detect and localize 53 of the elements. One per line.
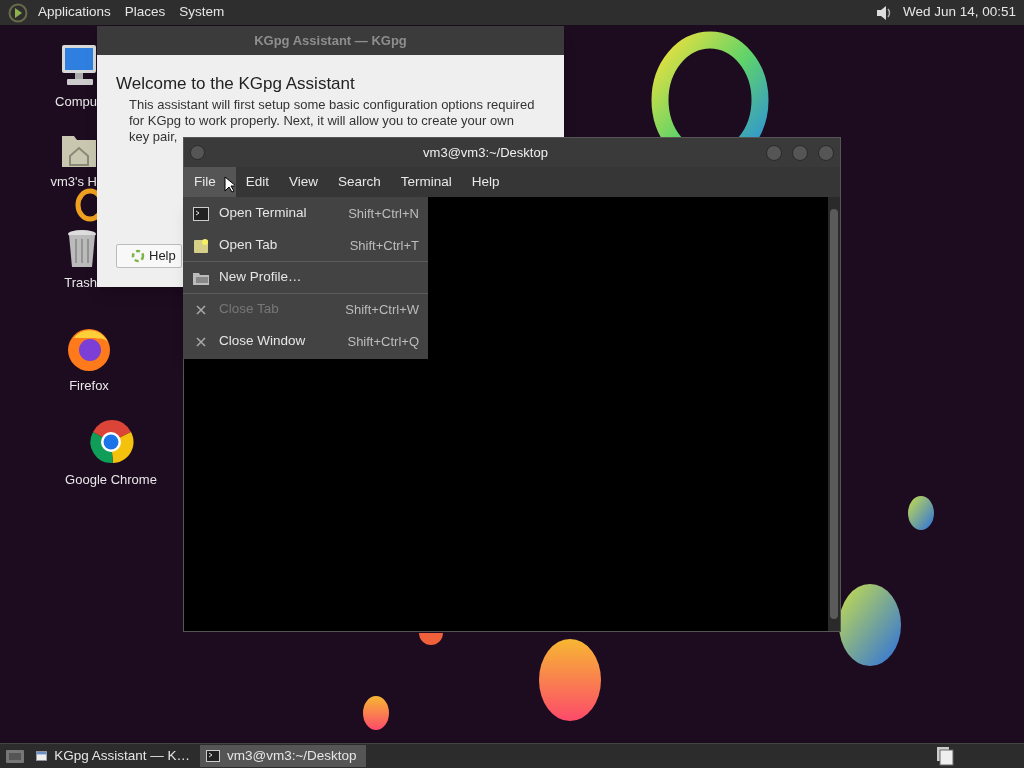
menu-item[interactable]: Search xyxy=(328,167,391,197)
terminal-icon xyxy=(193,206,209,221)
desktop-icon-label[interactable]: vm3's H xyxy=(50,172,97,192)
shortcut-label: Shift+Ctrl+Q xyxy=(347,332,419,351)
menu-entry-label: Open Terminal xyxy=(219,204,308,223)
firefox-icon[interactable] xyxy=(66,326,112,372)
menu-item[interactable]: Edit xyxy=(235,167,280,197)
menu-item[interactable]: View xyxy=(279,167,329,197)
scrollbar[interactable] xyxy=(828,197,840,631)
help-button[interactable]: Help xyxy=(116,244,182,268)
logo-icon[interactable] xyxy=(8,2,28,23)
show-desktop-icon[interactable] xyxy=(4,747,26,765)
chrome-icon[interactable] xyxy=(87,418,135,466)
panel-menu[interactable]: System xyxy=(179,2,225,23)
heading: Welcome to the KGpg Assistant xyxy=(116,73,356,95)
desktop-icon-label[interactable]: Compu xyxy=(55,92,97,112)
intro-text: This assistant will first setup some basic configuration options required for KGpg to work properly. Next, it will allow you to create your own key pair, xyxy=(129,97,536,145)
shortcut-label: Shift+Ctrl+W xyxy=(345,300,419,319)
menu-entry[interactable]: Open Tab Shift+Ctrl+T xyxy=(183,230,428,262)
wallpaper-bubble xyxy=(363,696,389,730)
help-icon xyxy=(131,249,145,263)
folder-icon xyxy=(193,270,209,285)
window-title: vm3@vm3:~/Desktop xyxy=(422,143,549,162)
tab-icon xyxy=(193,237,209,254)
menu-item[interactable]: File xyxy=(184,167,236,197)
desktop-icon-label[interactable]: Firefox xyxy=(69,376,109,396)
desktop-icon-label[interactable]: Trash xyxy=(64,273,97,293)
task-button[interactable]: vm3@vm3:~/Desktop xyxy=(200,745,366,767)
menu-item[interactable]: Help xyxy=(461,167,510,197)
panel-menu[interactable]: Places xyxy=(124,2,166,23)
task-button[interactable]: KGpg Assistant — K… xyxy=(30,745,196,767)
terminal-icon xyxy=(206,750,220,762)
menu-entry-label: Open Tab xyxy=(219,236,279,255)
shortcut-label: Shift+Ctrl+T xyxy=(349,236,419,255)
menu-entry-label: New Profile… xyxy=(219,268,303,287)
volume-icon[interactable] xyxy=(874,3,893,22)
menu-entry[interactable]: Open Terminal Shift+Ctrl+N xyxy=(183,198,428,230)
window-title: KGpg Assistant — KGpg xyxy=(254,31,407,50)
close-icon xyxy=(196,304,206,315)
close-icon xyxy=(196,336,206,347)
panel-menu[interactable]: Applications xyxy=(38,2,111,23)
window-icon xyxy=(36,750,48,762)
wallpaper-bubble xyxy=(419,633,443,645)
menu-entry-label: Close Window xyxy=(219,332,307,351)
mouse-pointer-icon xyxy=(223,176,235,193)
menu-entry[interactable]: Close Window Shift+Ctrl+Q xyxy=(183,326,428,358)
shortcut-label: Shift+Ctrl+N xyxy=(348,204,419,223)
menu-item[interactable]: Terminal xyxy=(390,167,462,197)
monitor-icon[interactable] xyxy=(61,44,97,88)
wallpaper-bubble xyxy=(908,496,934,530)
desktop-icon-label[interactable]: Google Chrome xyxy=(65,470,157,490)
clock[interactable]: Wed Jun 14, 00:51 xyxy=(902,2,1016,23)
menu-entry[interactable]: New Profile… xyxy=(183,262,428,294)
